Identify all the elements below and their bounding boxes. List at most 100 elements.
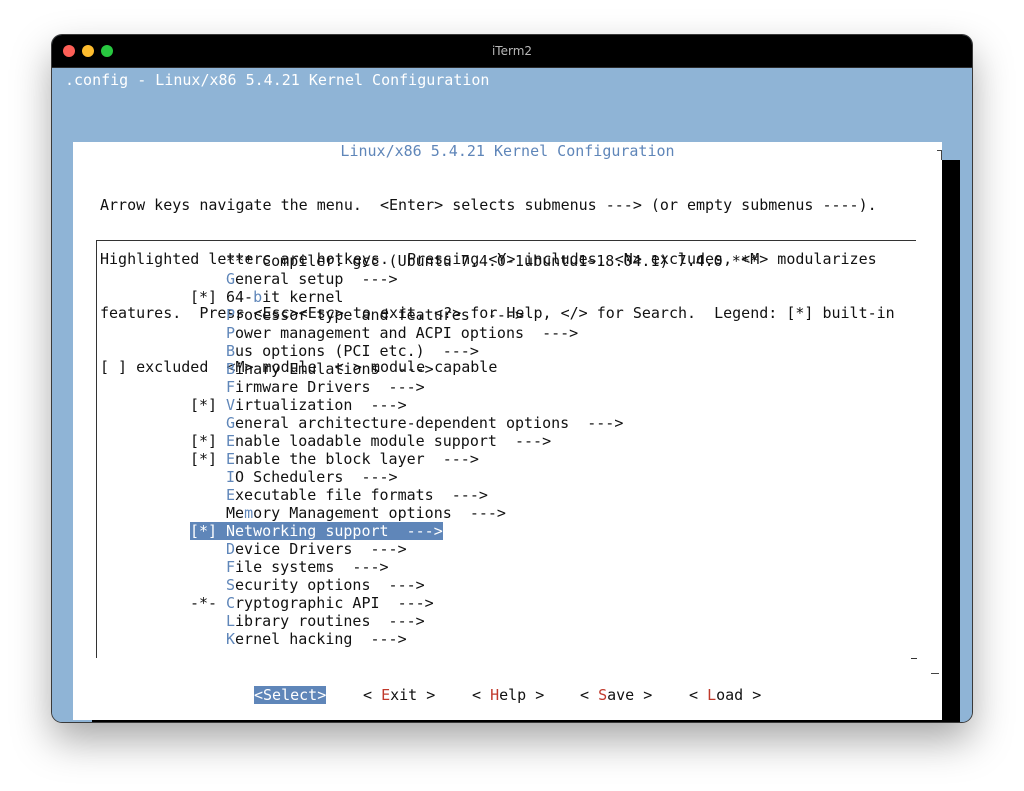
window-title: iTerm2 — [491, 44, 533, 58]
menu-item[interactable]: Binary Emulations ---> — [190, 360, 759, 378]
menu-item[interactable]: -*- Cryptographic API ---> — [190, 594, 759, 612]
menu-item-state: [*] — [190, 522, 218, 540]
menu-item-hotkey: P — [226, 306, 236, 324]
menu-item-hotkey: I — [226, 468, 236, 486]
menu-item-hotkey: F — [226, 378, 236, 396]
menu-item-text: Me — [226, 504, 245, 522]
button-open: < — [363, 686, 382, 704]
menu-item-content: Bus options (PCI etc.) ---> — [190, 342, 479, 360]
button-label: oad — [716, 686, 744, 704]
menu-item-hotkey: B — [226, 360, 236, 378]
menu-item-content: -*- Cryptographic API ---> — [190, 594, 434, 612]
menu-item[interactable]: Kernel hacking ---> — [190, 630, 759, 648]
menu-item-state: [*] — [190, 396, 218, 414]
menu-item[interactable]: *** Compiler: gcc (Ubuntu 7.4.0-1ubuntu1… — [190, 252, 759, 270]
menu-item-hotkey: B — [226, 342, 236, 360]
menu-item[interactable]: [*] 64-bit kernel — [190, 288, 759, 306]
menu-item-hotkey: E — [226, 486, 236, 504]
menu-item[interactable]: General architecture-dependent options -… — [190, 414, 759, 432]
button-label: xit — [390, 686, 418, 704]
menu-item-hotkey: C — [226, 594, 236, 612]
menu-item-text: irtualization ---> — [235, 396, 407, 414]
menu-item-hotkey: F — [226, 558, 236, 576]
menu-item-content: Kernel hacking ---> — [190, 630, 407, 648]
menu-item-text: ibrary routines ---> — [235, 612, 425, 630]
menu-item-state: [*] — [190, 432, 218, 450]
button-open: < — [689, 686, 708, 704]
button-hotkey: S — [598, 686, 608, 704]
button-open: < — [580, 686, 599, 704]
dialog-title: Linux/x86 5.4.21 Kernel Configuration — [340, 142, 675, 160]
menu-item[interactable]: Library routines ---> — [190, 612, 759, 630]
menu-item[interactable]: [*] Enable the block layer ---> — [190, 450, 759, 468]
menu-item-state — [190, 630, 226, 648]
menu-item-hotkey: S — [226, 576, 236, 594]
menu-item-label: Processor type and features ---> — [226, 306, 524, 324]
menu-item[interactable]: [*] Virtualization ---> — [190, 396, 759, 414]
menu-item[interactable]: Security options ---> — [190, 576, 759, 594]
config-dialog: Linux/x86 5.4.21 Kernel Configuration Ar… — [73, 142, 942, 720]
button-hotkey: L — [707, 686, 717, 704]
menu-item-hotkey: D — [226, 540, 236, 558]
menu-item-content: File systems ---> — [190, 558, 389, 576]
menu-item-text: ile systems ---> — [235, 558, 389, 576]
terminal-area[interactable]: .config - Linux/x86 5.4.21 Kernel Config… — [52, 68, 972, 722]
menu-item-text: nable loadable module support ---> — [235, 432, 552, 450]
menu-item-content: [*] Networking support ---> — [190, 522, 443, 540]
menu-item[interactable]: [*] Enable loadable module support ---> — [190, 432, 759, 450]
menu-item[interactable]: Device Drivers ---> — [190, 540, 759, 558]
window-titlebar[interactable]: iTerm2 — [52, 35, 972, 68]
iterm-window: iTerm2 .config - Linux/x86 5.4.21 Kernel… — [52, 35, 972, 722]
menu-item[interactable]: General setup ---> — [190, 270, 759, 288]
menu-item[interactable]: Executable file formats ---> — [190, 486, 759, 504]
select-button[interactable]: <Select> — [254, 686, 327, 704]
menu-item-state — [190, 270, 226, 288]
dialog-border-tick — [931, 673, 939, 674]
dialog-border-corner — [937, 150, 942, 160]
menu-item-label: General setup ---> — [226, 270, 398, 288]
menu-item-text: ory Management options ---> — [253, 504, 506, 522]
menu-item[interactable]: Power management and ACPI options ---> — [190, 324, 759, 342]
menu-item-content: [*] Enable the block layer ---> — [190, 450, 479, 468]
menu-list: *** Compiler: gcc (Ubuntu 7.4.0-1ubuntu1… — [190, 252, 759, 648]
menu-item-label: Power management and ACPI options ---> — [226, 324, 578, 342]
menu-item[interactable]: Firmware Drivers ---> — [190, 378, 759, 396]
menu-item-hotkey: L — [226, 612, 236, 630]
button-open: < — [472, 686, 491, 704]
menu-item-content: Binary Emulations ---> — [190, 360, 434, 378]
menu-item-state — [190, 468, 226, 486]
menu-item[interactable]: File systems ---> — [190, 558, 759, 576]
menu-item-state — [190, 252, 226, 270]
menu-item-content: General setup ---> — [190, 270, 398, 288]
menu-item-state — [190, 360, 226, 378]
menu-item-hotkey: E — [226, 432, 236, 450]
menu-item-content: *** Compiler: gcc (Ubuntu 7.4.0-1ubuntu1… — [190, 252, 759, 270]
menu-item-text: O Schedulers ---> — [235, 468, 398, 486]
menu-item[interactable]: IO Schedulers ---> — [190, 468, 759, 486]
button-label: elp — [499, 686, 527, 704]
save-button[interactable]: < Save > — [580, 686, 652, 704]
menu-item-content: Power management and ACPI options ---> — [190, 324, 578, 342]
menu-item[interactable]: Processor type and features ---> — [190, 306, 759, 324]
menu-item-label: Memory Management options ---> — [226, 504, 506, 522]
menu-item[interactable]: [*] Networking support ---> — [190, 522, 759, 540]
menu-item[interactable]: Memory Management options ---> — [190, 504, 759, 522]
menu-item-text: xecutable file formats ---> — [235, 486, 488, 504]
menu-item-text: us options (PCI etc.) ---> — [235, 342, 479, 360]
button-close: > — [634, 686, 653, 704]
load-button[interactable]: < Load > — [689, 686, 761, 704]
help-button[interactable]: < Help > — [472, 686, 544, 704]
menu-item-text: ower management and ACPI options ---> — [235, 324, 579, 342]
menu-item-state — [190, 504, 226, 522]
menu-item-text: nable the block layer ---> — [235, 450, 479, 468]
menu-item-hotkey: m — [244, 504, 254, 522]
menu-item-hotkey: E — [226, 450, 236, 468]
menu-item-content: [*] Enable loadable module support ---> — [190, 432, 551, 450]
menu-item[interactable]: Bus options (PCI etc.) ---> — [190, 342, 759, 360]
menu-item-content: [*] Virtualization ---> — [190, 396, 407, 414]
menu-item-label: Enable loadable module support ---> — [226, 432, 551, 450]
menu-item-hotkey: G — [226, 270, 236, 288]
menu-item-content: Processor type and features ---> — [190, 306, 524, 324]
menu-item-label: Security options ---> — [226, 576, 425, 594]
exit-button[interactable]: < Exit > — [363, 686, 435, 704]
